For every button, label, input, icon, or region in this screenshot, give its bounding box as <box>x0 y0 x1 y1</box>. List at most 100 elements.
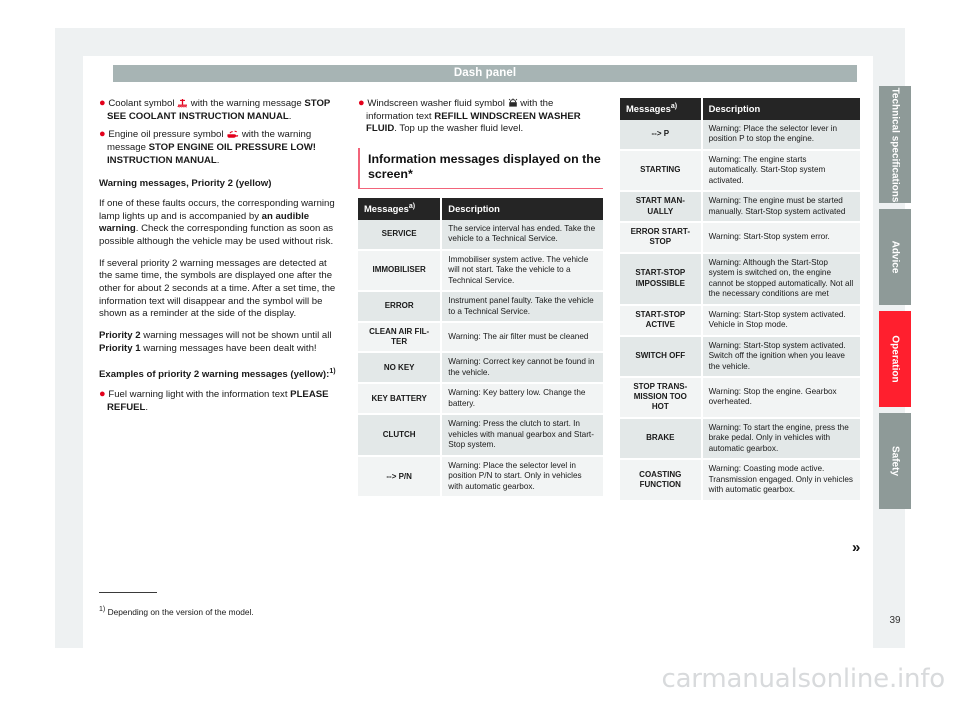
cell-description: Warning: Start-Stop system error. <box>701 222 860 254</box>
cell-message: IMMOBILISER <box>358 249 443 292</box>
heading-priority-2: Warning messages, Priority 2 (yellow) <box>99 178 272 190</box>
cell-description: Instrument panel faulty. Take the vehicl… <box>441 291 603 323</box>
column-header-messages: Messagesa) <box>358 197 443 220</box>
column-header-messages-footnote: a) <box>670 103 678 110</box>
priority-mid: warning messages will not be shown until… <box>140 329 332 341</box>
cell-description: Warning: The engine starts automatically… <box>701 149 860 193</box>
sidebar-tab-operation[interactable]: Operation <box>879 311 911 407</box>
cell-description: Warning: The engine must be started manu… <box>701 191 860 224</box>
cell-message: CLUTCH <box>358 414 443 457</box>
table-row: KEY BATTERY Warning: Key battery low. Cha… <box>358 383 603 416</box>
bullet-coolant-post: . <box>288 110 292 122</box>
continue-chevron-icon: » <box>852 539 861 556</box>
bullet-dot-icon: ● <box>99 388 106 400</box>
examples-heading-text: Examples of priority 2 warning messages … <box>99 369 330 381</box>
footnote: 1) Depending on the version of the model… <box>99 606 519 617</box>
page-header-title: Dash panel <box>113 65 857 82</box>
footnote-marker: 1) <box>99 606 106 613</box>
cell-description: Warning: Place the selector level in pos… <box>441 455 603 499</box>
bullet-dot-icon: ● <box>99 97 106 109</box>
bullet-oil-post: . <box>216 154 220 166</box>
column-header-description: Description <box>701 98 860 120</box>
sidebar-tab-label: Technical specifications <box>889 87 901 202</box>
sidebar-tab-advice[interactable]: Advice <box>879 209 911 305</box>
table-row: START-STOP IMPOSSIBLE Warning: Although t… <box>620 252 860 306</box>
bullet-dot-icon: ● <box>99 128 106 141</box>
sidebar-tab-label: Advice <box>889 240 901 274</box>
information-messages-table-left: Messagesa) Description SERVICE The servic… <box>358 197 603 499</box>
table-row: STOP TRANS-MISSION TOO HOT Warning: Stop … <box>620 377 860 419</box>
cell-message: SERVICE <box>358 219 443 251</box>
bullet-fuel-pre: Fuel warning light with the information … <box>108 389 291 400</box>
priority-end: warning messages have been dealt with! <box>140 342 317 354</box>
table-row: BRAKE Warning: To start the engine, press… <box>620 417 860 461</box>
cell-description: Warning: Correct key cannot be found in … <box>441 352 603 385</box>
column-header-messages-label: Messages <box>626 103 671 115</box>
sidebar-tab-label: Operation <box>889 335 901 383</box>
table-row: --> P/N Warning: Place the selector level… <box>358 455 603 499</box>
cell-message: BRAKE <box>620 417 703 461</box>
sidebar-tab-label: Safety <box>889 445 901 477</box>
table-row: IMMOBILISER Immobiliser system active. Th… <box>358 249 603 292</box>
paragraph-priority-order: Priority 2 warning messages will not be … <box>99 330 341 355</box>
cell-description: Warning: Although the Start-Stop system … <box>701 252 860 306</box>
cell-description: Warning: Place the selector lever in pos… <box>701 119 860 151</box>
table-body-left: SERVICE The service interval has ended. T… <box>358 219 603 499</box>
cell-message: STOP TRANS-MISSION TOO HOT <box>620 377 703 419</box>
table-row: START MAN-UALLY Warning: The engine must … <box>620 191 860 224</box>
bullet-washer-post: . Top up the washer fluid level. <box>394 123 524 135</box>
cell-message: NO KEY <box>358 352 443 385</box>
cell-message: --> P <box>620 119 703 151</box>
section-heading-information-messages: Information messages displayed on the sc… <box>358 147 603 189</box>
bullet-coolant-mid: with the warning message <box>188 98 305 109</box>
left-column: ● Coolant symbol with the warning messag… <box>99 98 341 420</box>
bullet-coolant: ● Coolant symbol with the warning messag… <box>99 98 341 123</box>
cell-message: START-STOP ACTIVE <box>620 304 703 337</box>
sidebar-tab-technical-specifications[interactable]: Technical specifications <box>879 86 911 203</box>
paragraph-faults: If one of these faults occurs, the corre… <box>99 198 341 249</box>
column-header-messages: Messagesa) <box>620 98 703 120</box>
table-row: SWITCH OFF Warning: Start-Stop system act… <box>620 335 860 378</box>
table-row: CLEAN AIR FIL-TER Warning: The air filter… <box>358 322 603 354</box>
bullet-dot-icon: ● <box>358 97 365 109</box>
table-body-right: --> P Warning: Place the selector lever i… <box>620 119 860 502</box>
table-row: START-STOP ACTIVE Warning: Start-Stop sys… <box>620 304 860 337</box>
cell-message: STARTING <box>620 149 703 193</box>
footnote-divider <box>99 592 157 593</box>
cell-message: CLEAN AIR FIL-TER <box>358 322 443 354</box>
table-row: ERROR Instrument panel faulty. Take the v… <box>358 291 603 323</box>
cell-description: Warning: Stop the engine. Gearbox overhe… <box>701 377 860 419</box>
sidebar-tab-safety[interactable]: Safety <box>879 413 911 509</box>
middle-column: ● Windscreen washer fluid symbol with th… <box>358 97 603 499</box>
table-header-row: Messagesa) Description <box>358 197 603 220</box>
bullet-washer-pre: Windscreen washer fluid symbol <box>367 98 508 109</box>
cell-message: ERROR START-STOP <box>620 222 703 254</box>
section-tabs-sidebar: Technical specifications Advice Operatio… <box>879 86 911 515</box>
cell-message: START MAN-UALLY <box>620 191 703 224</box>
coolant-temperature-icon <box>177 98 188 108</box>
table-row: ERROR START-STOP Warning: Start-Stop syst… <box>620 222 860 254</box>
washer-fluid-icon <box>508 98 518 108</box>
column-header-description: Description <box>441 197 603 220</box>
table-row: CLUTCH Warning: Press the clutch to start… <box>358 414 603 457</box>
cell-description: Warning: To start the engine, press the … <box>701 417 860 461</box>
cell-message: ERROR <box>358 291 443 323</box>
table-row: NO KEY Warning: Correct key cannot be fou… <box>358 352 603 385</box>
bullet-oil-pressure: ● Engine oil pressure symbol with the wa… <box>99 129 341 167</box>
manual-page: Dash panel ● Coolant symbol with the war… <box>0 0 960 708</box>
paragraph-several-warnings: If several priority 2 warning messages a… <box>99 257 336 320</box>
bullet-fuel-post: . <box>145 401 149 413</box>
table-header-row: Messagesa) Description <box>620 98 860 120</box>
priority-1-bold: Priority 1 <box>99 342 141 354</box>
right-column: Messagesa) Description --> P Warning: Pla… <box>620 98 860 502</box>
bullet-oil-pre: Engine oil pressure symbol <box>108 129 227 141</box>
table-row: SERVICE The service interval has ended. T… <box>358 219 603 251</box>
footnote-text: Depending on the version of the model. <box>107 606 254 617</box>
cell-message: COASTING FUNCTION <box>620 459 703 502</box>
cell-message: --> P/N <box>358 455 443 499</box>
priority-2-bold: Priority 2 <box>99 329 141 341</box>
cell-description: Warning: Start-Stop system activated. Ve… <box>701 304 860 337</box>
cell-description: Immobiliser system active. The vehicle w… <box>441 249 603 292</box>
cell-description: Warning: Key battery low. Change the bat… <box>441 383 603 416</box>
examples-heading-footnote-marker: 1) <box>329 368 336 376</box>
